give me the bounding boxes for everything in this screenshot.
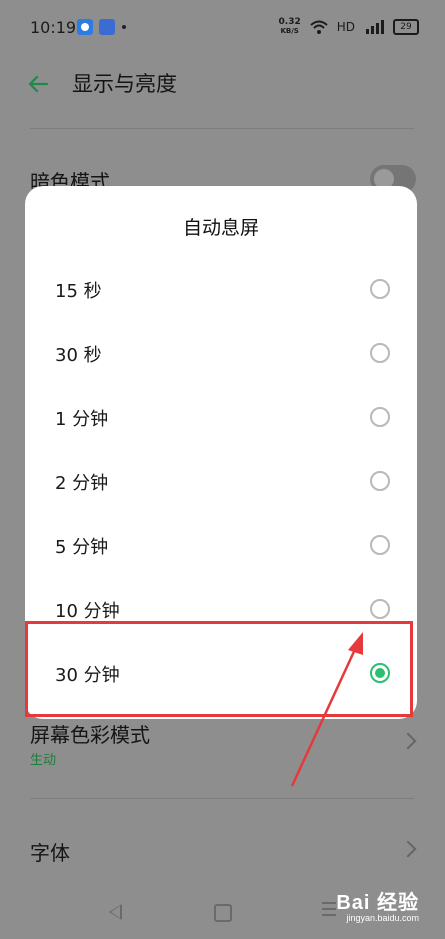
watermark-url: jingyan.baidu.com	[346, 913, 419, 923]
color-mode-chevron-icon	[399, 732, 417, 750]
watermark-brand: Bai 经验	[336, 892, 419, 914]
more-notifications-dot	[122, 25, 126, 29]
radio-button[interactable]	[370, 343, 390, 363]
radio-button[interactable]	[370, 279, 390, 299]
color-mode-value: 生动	[30, 753, 57, 768]
hd-indicator: HD	[336, 20, 355, 34]
option-label: 1 分钟	[55, 409, 109, 430]
dialog-title: 自动息屏	[182, 217, 259, 239]
wifi-icon	[310, 20, 328, 34]
signal-icon	[366, 20, 384, 34]
baidu-watermark: Bai 经验 jingyan.baidu.com	[336, 886, 419, 923]
row-divider	[30, 798, 414, 799]
option-label: 2 分钟	[55, 473, 109, 494]
settings-screen: 10:19 0.32 KB/S HD 29 显示与亮度 暗色模式 屏幕色彩模式 …	[0, 0, 445, 939]
status-time: 10:19	[30, 18, 77, 37]
network-speed-unit: KB/S	[280, 27, 299, 35]
network-speed-value: 0.32	[278, 17, 301, 27]
option-30-seconds[interactable]: 30 秒	[25, 322, 417, 386]
option-5-minutes[interactable]: 5 分钟	[25, 514, 417, 578]
option-1-minute[interactable]: 1 分钟	[25, 386, 417, 450]
app-notification-icon	[77, 19, 93, 35]
font-label[interactable]: 字体	[30, 837, 70, 866]
app-notification-icon-2	[99, 19, 115, 35]
option-2-minutes[interactable]: 2 分钟	[25, 450, 417, 514]
back-arrow-icon[interactable]	[26, 72, 50, 96]
header-divider	[30, 128, 414, 129]
option-label: 10 分钟	[55, 601, 120, 622]
page-title: 显示与亮度	[72, 72, 177, 96]
radio-button[interactable]	[370, 407, 390, 427]
color-mode-label[interactable]: 屏幕色彩模式	[30, 719, 150, 748]
option-label: 30 秒	[55, 345, 102, 366]
font-chevron-icon	[399, 840, 417, 858]
radio-button[interactable]	[370, 599, 390, 619]
option-label: 15 秒	[55, 281, 102, 302]
page-header: 显示与亮度	[0, 56, 445, 116]
status-bar: 10:19 0.32 KB/S HD 29	[0, 0, 445, 56]
radio-button[interactable]	[370, 471, 390, 491]
radio-button[interactable]	[370, 535, 390, 555]
nav-back-icon[interactable]	[109, 904, 122, 920]
nav-menu-icon[interactable]	[322, 902, 336, 916]
highlight-box	[25, 621, 413, 717]
battery-icon: 29	[393, 19, 419, 35]
option-15-seconds[interactable]: 15 秒	[25, 258, 417, 322]
network-speed: 0.32 KB/S	[279, 18, 301, 36]
nav-home-icon[interactable]	[214, 904, 232, 922]
option-label: 5 分钟	[55, 537, 109, 558]
status-indicators: 0.32 KB/S HD 29	[279, 18, 419, 36]
